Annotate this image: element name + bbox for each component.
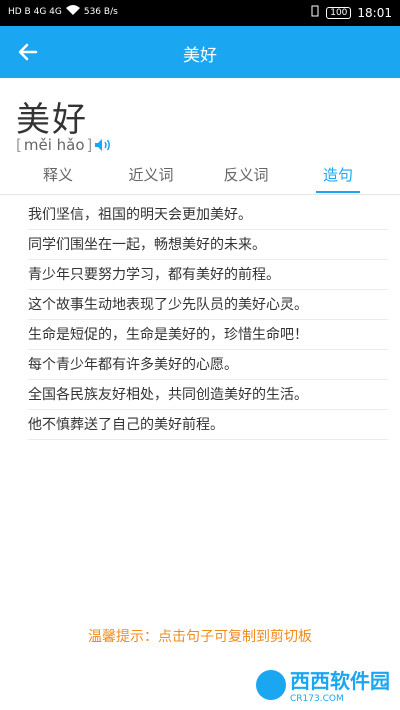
active-tab-indicator xyxy=(316,191,360,193)
speaker-icon[interactable] xyxy=(94,138,112,152)
vibrate-icon xyxy=(310,5,320,20)
pinyin: měi hǎo xyxy=(23,136,85,154)
sentence-item[interactable]: 这个故事生动地表现了少先队员的美好心灵。 xyxy=(28,290,388,320)
tab-sentences[interactable]: 造句 xyxy=(303,164,373,185)
page-title: 美好 xyxy=(183,46,217,66)
sentence-item[interactable]: 他不慎葬送了自己的美好前程。 xyxy=(28,410,388,440)
copy-tip: 温馨提示：点击句子可复制到剪切板 xyxy=(88,629,312,645)
status-bar: HD B 4G 4G 536 B/s 100 18:01 xyxy=(0,0,400,26)
sentence-item[interactable]: 全国各民族友好相处，共同创造美好的生活。 xyxy=(28,380,388,410)
sentence-item[interactable]: 我们坚信，祖国的明天会更加美好。 xyxy=(28,200,388,230)
net-speed: 536 B/s xyxy=(83,6,118,17)
wifi-icon xyxy=(65,5,80,18)
pinyin-bracket-close: ] xyxy=(86,136,93,154)
battery-level: 100 xyxy=(326,6,352,19)
sentence-item[interactable]: 生命是短促的，生命是美好的，珍惜生命吧！ xyxy=(28,320,388,350)
sentence-list: 我们坚信，祖国的明天会更加美好。 同学们围坐在一起，畅想美好的未来。 青少年只要… xyxy=(28,200,388,440)
tab-bar: 释义 近义词 反义词 造句 xyxy=(0,158,400,195)
sentence-item[interactable]: 青少年只要努力学习，都有美好的前程。 xyxy=(28,260,388,290)
network-indicators: HD B 4G 4G xyxy=(8,6,62,17)
watermark-text: 西西软件园 xyxy=(290,669,390,693)
status-left: HD B 4G 4G 536 B/s xyxy=(8,5,118,18)
clock: 18:01 xyxy=(357,5,392,20)
status-right: 100 18:01 xyxy=(310,5,392,20)
tab-synonyms[interactable]: 近义词 xyxy=(116,164,186,185)
watermark-sub: CR173.COM xyxy=(290,694,344,704)
sentence-item[interactable]: 每个青少年都有许多美好的心愿。 xyxy=(28,350,388,380)
word-heading: 美好 xyxy=(16,100,88,140)
sentence-item[interactable]: 同学们围坐在一起，畅想美好的未来。 xyxy=(28,230,388,260)
watermark-logo-icon xyxy=(256,669,286,700)
tab-definition[interactable]: 释义 xyxy=(23,164,93,185)
tab-antonyms[interactable]: 反义词 xyxy=(211,164,281,185)
pinyin-row: [ měi hǎo ] xyxy=(16,136,112,154)
watermark: 西西软件园 CR173.COM xyxy=(256,665,390,704)
watermark-text-group: 西西软件园 CR173.COM xyxy=(290,665,390,704)
app-bar: 美好 xyxy=(0,26,400,78)
